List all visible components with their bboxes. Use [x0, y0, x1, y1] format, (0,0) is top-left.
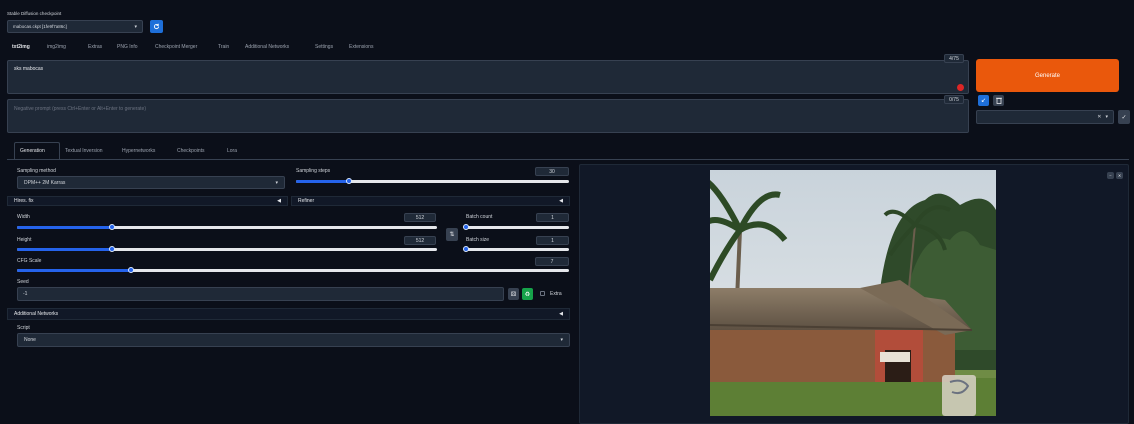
tab-generation[interactable]: Generation — [20, 148, 45, 154]
negative-token-counter: 0/75 — [944, 95, 964, 104]
seed-label: Seed — [17, 279, 29, 285]
paste-icon[interactable]: ↙ — [978, 95, 989, 106]
tab-train[interactable]: Train — [218, 44, 229, 50]
sampling-method-dropdown[interactable]: DPM++ 2M Karras ▾ — [17, 176, 285, 189]
chevron-down-icon: ▾ — [560, 337, 563, 343]
sampling-steps-input[interactable]: 30 — [535, 167, 569, 176]
styles-dropdown[interactable]: ✕ ▾ — [976, 110, 1114, 124]
refiner-accordion[interactable]: Refiner ◀ — [291, 196, 570, 206]
tab-png-info[interactable]: PNG Info — [117, 44, 138, 50]
tab-extras[interactable]: Extras — [88, 44, 102, 50]
height-slider[interactable] — [17, 246, 437, 252]
batch-count-input[interactable]: 1 — [536, 213, 569, 222]
slider-handle[interactable] — [128, 267, 135, 273]
slider-fill — [17, 226, 112, 229]
checkpoint-label: Stable Diffusion checkpoint — [7, 11, 62, 16]
seed-input[interactable]: -1 — [17, 287, 504, 301]
height-label: Height — [17, 237, 32, 243]
subtab-divider — [7, 159, 1129, 160]
tab-settings[interactable]: Settings — [315, 44, 333, 50]
collapse-arrow-icon: ◀ — [559, 311, 563, 317]
minimize-icon[interactable]: − — [1107, 172, 1114, 179]
slider-handle[interactable] — [346, 178, 353, 184]
chevron-down-icon: ▾ — [275, 179, 278, 186]
batch-size-slider[interactable] — [463, 246, 569, 252]
additional-networks-label: Additional Networks — [14, 311, 59, 317]
extra-label: Extra — [550, 291, 562, 297]
clear-x-icon[interactable]: ✕ — [1097, 114, 1101, 120]
tab-extensions[interactable]: Extensions — [349, 44, 373, 50]
hires-fix-accordion[interactable]: Hires. fix ◀ — [7, 196, 288, 206]
sampling-steps-slider[interactable] — [296, 178, 569, 184]
trash-icon[interactable] — [993, 95, 1004, 106]
collapse-arrow-icon: ◀ — [277, 198, 281, 204]
apply-style-icon[interactable]: ✓ — [1118, 110, 1130, 124]
slider-fill — [296, 180, 350, 183]
refresh-icon[interactable] — [150, 20, 163, 33]
slider-handle[interactable] — [463, 224, 469, 230]
recycle-icon[interactable]: ♻ — [522, 288, 533, 300]
width-slider[interactable] — [17, 224, 437, 230]
tab-checkpoint-merger[interactable]: Checkpoint Merger — [155, 44, 197, 50]
cfg-scale-input[interactable]: 7 — [535, 257, 569, 266]
chevron-down-icon: ▾ — [134, 23, 137, 30]
prompt-text: sks mabocas — [14, 66, 44, 72]
sampling-method-label: Sampling method — [17, 168, 56, 174]
slider-handle[interactable] — [463, 246, 469, 252]
collapse-arrow-icon: ◀ — [559, 198, 563, 204]
batch-size-label: Batch size — [466, 237, 490, 243]
seed-value: -1 — [23, 291, 28, 297]
tab-additional-networks[interactable]: Additional Networks — [245, 44, 289, 50]
error-badge-icon — [957, 84, 964, 91]
prompt-input[interactable]: sks mabocas — [7, 60, 969, 94]
refiner-label: Refiner — [298, 198, 315, 204]
batch-count-slider[interactable] — [463, 224, 569, 230]
slider-handle[interactable] — [108, 246, 115, 252]
slider-handle[interactable] — [108, 224, 115, 230]
tab-img2img[interactable]: img2img — [47, 44, 66, 50]
batch-count-label: Batch count — [466, 214, 493, 220]
cfg-scale-slider[interactable] — [17, 267, 569, 273]
tab-checkpoints[interactable]: Checkpoints — [177, 148, 205, 154]
prompt-token-counter: 4/75 — [944, 54, 964, 63]
close-icon[interactable]: ✕ — [1116, 172, 1123, 179]
extra-checkbox[interactable] — [540, 291, 545, 296]
hires-fix-label: Hires. fix — [14, 198, 34, 204]
dice-icon[interactable]: ⚄ — [508, 288, 519, 300]
slider-fill — [17, 248, 112, 251]
script-label: Script — [17, 325, 30, 331]
additional-networks-accordion[interactable]: Additional Networks ◀ — [7, 308, 570, 320]
slider-fill — [17, 269, 132, 272]
tab-textual-inversion[interactable]: Textual Inversion — [65, 148, 103, 154]
sampling-steps-label: Sampling steps — [296, 168, 331, 174]
negative-prompt-input[interactable]: Negative prompt (press Ctrl+Enter or Alt… — [7, 99, 969, 133]
width-input[interactable]: 512 — [404, 213, 436, 222]
tab-txt2img[interactable]: txt2img — [12, 44, 30, 50]
checkpoint-value: mabocas.ckpt [1fe9f7a86c] — [13, 24, 67, 29]
swap-dimensions-icon[interactable]: ⇅ — [446, 228, 458, 241]
generated-image[interactable] — [710, 170, 996, 416]
negative-prompt-placeholder: Negative prompt (press Ctrl+Enter or Alt… — [14, 106, 147, 112]
script-value: None — [24, 337, 36, 343]
generate-button[interactable]: Generate — [976, 59, 1119, 92]
script-dropdown[interactable]: None ▾ — [17, 333, 570, 347]
batch-size-input[interactable]: 1 — [536, 236, 569, 245]
tab-hypernetworks[interactable]: Hypernetworks — [122, 148, 155, 154]
height-input[interactable]: 512 — [404, 236, 436, 245]
checkpoint-dropdown[interactable]: mabocas.ckpt [1fe9f7a86c] ▾ — [7, 20, 143, 33]
sampling-method-value: DPM++ 2M Karras — [24, 179, 66, 186]
chevron-down-icon: ▾ — [1105, 114, 1108, 120]
tab-lora[interactable]: Lora — [227, 148, 237, 154]
width-label: Width — [17, 214, 30, 220]
cfg-scale-label: CFG Scale — [17, 258, 42, 264]
